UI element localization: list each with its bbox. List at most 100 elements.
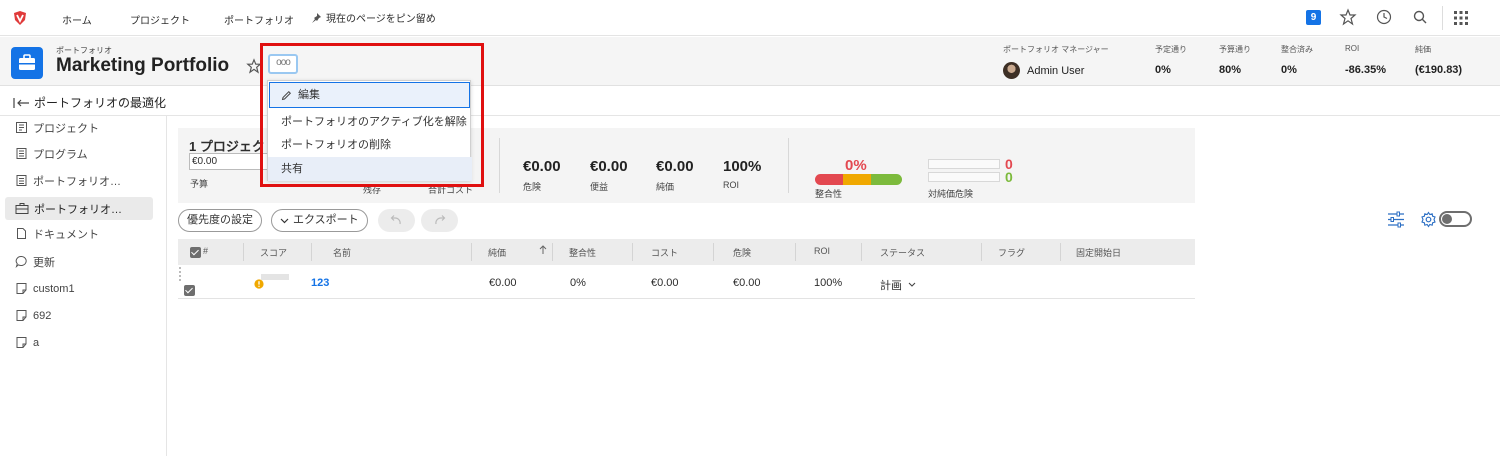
custom-page-icon bbox=[16, 337, 27, 348]
column-header-fixed-start[interactable]: 固定開始日 bbox=[1076, 246, 1121, 259]
portfolio-optimize-button[interactable]: ポートフォリオの最適化 bbox=[13, 94, 166, 111]
status-dropdown[interactable]: 計画 bbox=[880, 277, 916, 293]
on-schedule-value: 0% bbox=[1155, 64, 1171, 76]
set-priority-button[interactable]: 優先度の設定 bbox=[178, 209, 262, 232]
filter-sliders-icon[interactable] bbox=[1387, 211, 1405, 228]
column-header-alignment[interactable]: 整合性 bbox=[569, 246, 596, 259]
more-actions-button[interactable]: ooo bbox=[268, 54, 298, 74]
menu-item-edit[interactable]: 編集 bbox=[269, 82, 470, 108]
sidebar-item-label: ポートフォリオ… bbox=[33, 175, 121, 188]
redo-button[interactable] bbox=[421, 209, 458, 232]
remaining-label: 残存 bbox=[363, 185, 382, 195]
custom-page-icon bbox=[16, 310, 27, 321]
risk-value: €0.00 bbox=[523, 158, 561, 175]
budget-input[interactable]: €0.00 bbox=[189, 153, 269, 170]
page-title: Marketing Portfolio bbox=[56, 55, 230, 76]
app-grid-icon[interactable] bbox=[1453, 10, 1469, 26]
net-value-value: (€190.83) bbox=[1415, 64, 1463, 76]
chat-bubble-icon bbox=[15, 256, 27, 268]
favorites-star-icon[interactable] bbox=[1339, 8, 1357, 26]
export-button[interactable]: エクスポート bbox=[271, 209, 368, 232]
column-divider bbox=[311, 243, 312, 261]
column-header-net-value[interactable]: 純価 bbox=[488, 246, 506, 259]
column-header-roi[interactable]: ROI bbox=[814, 246, 830, 256]
on-budget-value: 80% bbox=[1219, 64, 1242, 76]
sidebar-item-projects[interactable]: プロジェクト bbox=[5, 116, 153, 139]
nav-projects[interactable]: プロジェクト bbox=[130, 12, 190, 27]
sidebar-item-portfolio-details[interactable]: ポートフォリオ… bbox=[5, 169, 153, 192]
sidebar-item-programs[interactable]: プログラム bbox=[5, 142, 153, 165]
sidebar-item-a[interactable]: a bbox=[5, 331, 153, 354]
redo-icon bbox=[435, 215, 446, 225]
column-header-name[interactable]: 名前 bbox=[333, 246, 351, 259]
menu-item-deactivate[interactable]: ポートフォリオのアクティブ化を解除 bbox=[268, 110, 472, 134]
column-header-cost[interactable]: コスト bbox=[651, 246, 678, 259]
pin-page-button[interactable]: 現在のページをピン留め bbox=[311, 10, 436, 25]
avatar[interactable] bbox=[1003, 62, 1020, 79]
risk-cell: €0.00 bbox=[733, 277, 761, 289]
sidebar-item-documents[interactable]: ドキュメント bbox=[5, 222, 153, 245]
sidebar-item-label: a bbox=[33, 336, 40, 349]
column-divider bbox=[861, 243, 862, 261]
manager-name[interactable]: Admin User bbox=[1027, 65, 1084, 77]
drag-handle[interactable] bbox=[179, 267, 182, 281]
column-header-number[interactable]: # bbox=[203, 246, 208, 256]
more-actions-menu: 編集 ポートフォリオのアクティブ化を解除 ポートフォリオの削除 共有 bbox=[267, 80, 472, 181]
portfolio-header: ポートフォリオ Marketing Portfolio ooo ポートフォリオ … bbox=[0, 37, 1500, 86]
menu-item-delete[interactable]: ポートフォリオの削除 bbox=[268, 133, 472, 157]
column-divider bbox=[632, 243, 633, 261]
aligned-label: 整合済み bbox=[1281, 45, 1313, 54]
menu-item-share[interactable]: 共有 bbox=[268, 157, 472, 181]
row-checkbox[interactable] bbox=[184, 285, 195, 296]
total-cost-label: 合計コスト bbox=[428, 185, 474, 195]
alignment-label: 整合性 bbox=[815, 189, 843, 199]
column-divider bbox=[713, 243, 714, 261]
favorite-star-icon[interactable] bbox=[246, 58, 262, 74]
roi-cell: 100% bbox=[814, 277, 843, 289]
project-name-link[interactable]: 123 bbox=[311, 277, 329, 289]
undo-button[interactable] bbox=[378, 209, 415, 232]
sidebar-item-label: 更新 bbox=[33, 256, 55, 269]
risk-bar-bottom bbox=[928, 172, 1000, 182]
grid-header-row: # スコア 名前 純価 整合性 コスト 危険 ROI ステータス フラグ 固定開… bbox=[178, 239, 1195, 265]
column-header-score[interactable]: スコア bbox=[260, 246, 287, 259]
column-header-risk[interactable]: 危険 bbox=[733, 246, 751, 259]
roi-value: -86.35% bbox=[1345, 64, 1386, 76]
column-header-flag[interactable]: フラグ bbox=[998, 246, 1025, 259]
sidebar-item-custom1[interactable]: custom1 bbox=[5, 277, 153, 300]
sidebar-item-updates[interactable]: 更新 bbox=[5, 250, 153, 273]
net-value-label: 純価 bbox=[656, 182, 675, 192]
sidebar-item-label: ポートフォリオ… bbox=[34, 203, 122, 216]
notification-badge[interactable]: 9 bbox=[1306, 10, 1321, 25]
pin-page-label: 現在のページをピン留め bbox=[326, 14, 436, 25]
aligned-value: 0% bbox=[1281, 64, 1297, 76]
sidebar-item-label: プロジェクト bbox=[33, 122, 99, 135]
document-lines-icon bbox=[16, 175, 27, 186]
sort-ascending-icon[interactable] bbox=[539, 245, 547, 255]
column-header-status[interactable]: ステータス bbox=[880, 246, 925, 259]
column-divider bbox=[552, 243, 553, 261]
on-schedule-label: 予定通り bbox=[1155, 45, 1187, 54]
nav-portfolios[interactable]: ポートフォリオ bbox=[224, 12, 294, 27]
benefit-value: €0.00 bbox=[590, 158, 628, 175]
cost-cell: €0.00 bbox=[651, 277, 679, 289]
alignment-bar bbox=[815, 174, 902, 185]
column-divider bbox=[243, 243, 244, 261]
column-divider bbox=[981, 243, 982, 261]
budget-label: 予算 bbox=[190, 179, 209, 189]
search-icon[interactable] bbox=[1411, 8, 1429, 26]
sidebar-item-portfolio-optimizer[interactable]: ポートフォリオ… bbox=[5, 197, 153, 220]
sidebar-item-692[interactable]: 692 bbox=[5, 304, 153, 327]
settings-gear-icon[interactable] bbox=[1420, 211, 1437, 228]
on-budget-label: 予算通り bbox=[1219, 45, 1251, 54]
recents-clock-icon[interactable] bbox=[1375, 8, 1393, 26]
table-row[interactable]: 123 €0.00 0% €0.00 €0.00 100% 計画 bbox=[178, 265, 1195, 299]
view-toggle-switch[interactable] bbox=[1439, 211, 1472, 227]
alignment-bar-red bbox=[815, 174, 844, 185]
projects-icon bbox=[16, 122, 27, 133]
nav-home[interactable]: ホーム bbox=[62, 12, 92, 27]
chevron-down-icon bbox=[908, 282, 916, 287]
app-logo-icon[interactable] bbox=[12, 10, 28, 26]
select-all-checkbox[interactable] bbox=[190, 247, 201, 258]
top-navigation: ホーム プロジェクト ポートフォリオ 現在のページをピン留め 9 bbox=[0, 0, 1500, 36]
